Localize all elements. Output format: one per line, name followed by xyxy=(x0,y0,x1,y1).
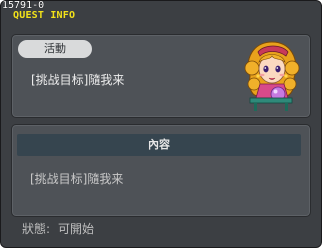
quest-content-panel: 內容 [挑战目标]隨我来 xyxy=(11,124,311,217)
quest-info-window: 15791-0 QUEST INFO 活動 [挑战目标]隨我来 內容 [挑战目标… xyxy=(0,0,322,248)
quest-type-tag: 活動 xyxy=(18,40,92,58)
npc-portrait-icon xyxy=(244,41,300,111)
content-text: [挑战目标]隨我来 xyxy=(30,172,124,186)
window-title: QUEST INFO xyxy=(13,10,76,21)
status-label: 狀態: xyxy=(22,222,51,236)
mission-title: [挑战目标]隨我来 xyxy=(31,73,125,87)
quest-summary-panel: 活動 [挑战目标]隨我来 xyxy=(11,34,311,118)
quest-status: 狀態: 可開始 xyxy=(22,220,94,237)
status-value: 可開始 xyxy=(58,222,95,236)
content-header: 內容 xyxy=(17,134,301,156)
